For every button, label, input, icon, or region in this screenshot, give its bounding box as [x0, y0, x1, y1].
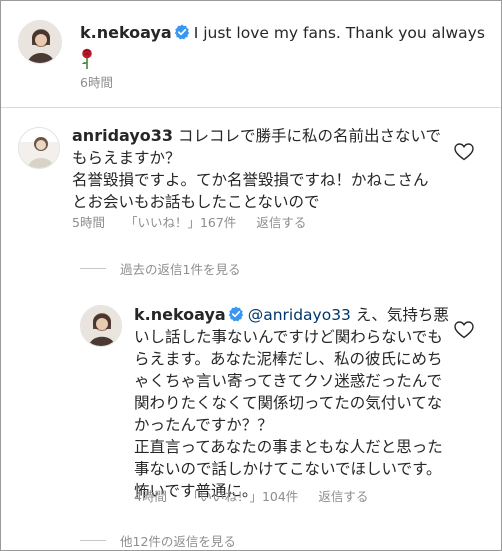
post-timestamp[interactable]: 6時間	[80, 72, 113, 91]
view-previous-replies-button[interactable]: 過去の返信1件を見る	[80, 259, 240, 278]
comment-timestamp[interactable]: 5時間	[72, 212, 105, 231]
comment-line: anridayo33 コレコレで勝手に私の名前出さないで	[72, 125, 452, 147]
reply-text: ゃくちゃ言い寄ってきてクソ迷惑だったんで	[134, 372, 442, 390]
reply-text: え、気持ち悪	[350, 306, 449, 324]
view-more-replies-button[interactable]: 他12件の返信を見る	[80, 531, 236, 550]
view-more-replies-label: 他12件の返信を見る	[120, 534, 236, 549]
comment-body: anridayo33 コレコレで勝手に私の名前出さないで もらえますか？ 名誉毀…	[72, 125, 452, 213]
avatar-photo-icon	[19, 21, 61, 63]
reply-text: 正直言ってあなたの事まともな人だと思った	[134, 438, 443, 456]
reply-timestamp[interactable]: 4時間	[134, 486, 167, 505]
post-author-avatar[interactable]	[18, 20, 62, 64]
reply-text: 関わりたくなくて関係切ってたの気付いてな	[134, 394, 443, 412]
comment-meta: 5時間 「いいね！」167件 返信する	[72, 212, 306, 231]
reply-text: かったんですか？？	[134, 416, 273, 434]
mention-link[interactable]: @anridayo33	[248, 306, 351, 324]
post-caption: k.nekoaya I just love my fans. Thank you …	[80, 22, 490, 74]
verified-badge-icon	[174, 24, 189, 40]
comment-text: とお会いもお話もしたことないので	[72, 193, 320, 211]
divider-line	[80, 540, 106, 541]
reply-text: いし話した事ないんですけど関わらないでも	[134, 328, 443, 346]
comment-text: もらえますか？	[72, 149, 181, 167]
comment-like-count[interactable]: 「いいね！」167件	[125, 212, 236, 231]
reply-reply-button[interactable]: 返信する	[318, 486, 368, 505]
view-previous-replies-label: 過去の返信1件を見る	[120, 262, 241, 277]
reply-line: k.nekoaya @anridayo33 え、気持ち悪	[134, 304, 464, 326]
heart-outline-icon[interactable]	[454, 143, 474, 161]
reply-meta: 4時間 「いいね！」104件 返信する	[134, 486, 368, 505]
comment-reply-button[interactable]: 返信する	[256, 212, 306, 231]
comment-author-username[interactable]: anridayo33	[72, 126, 173, 145]
verified-badge-icon	[228, 306, 243, 322]
divider-line	[80, 268, 106, 269]
avatar-photo-icon	[19, 128, 59, 168]
comment-text: 名誉毀損ですよ。てか名誉毀損ですね！かねこさん	[72, 171, 429, 189]
heart-outline-icon[interactable]	[454, 321, 474, 339]
reply-body: k.nekoaya @anridayo33 え、気持ち悪 いし話した事ないんですけ…	[134, 304, 464, 502]
reply-author-avatar[interactable]	[80, 305, 122, 347]
reply-like-count[interactable]: 「いいね！」104件	[187, 486, 298, 505]
post-author-username[interactable]: k.nekoaya	[80, 23, 172, 42]
avatar-photo-icon	[81, 306, 121, 346]
reply-author-username[interactable]: k.nekoaya	[134, 305, 226, 324]
reply-text: 事ないので話しかけてこないでほしいです。	[134, 460, 442, 478]
divider	[1, 107, 501, 108]
comment-author-avatar[interactable]	[18, 127, 60, 169]
reply-text: らえます。あなた泥棒だし、私の彼氏にめち	[134, 350, 443, 368]
rose-emoji-icon	[80, 48, 490, 74]
post-caption-text: I just love my fans. Thank you always	[193, 24, 485, 42]
comment-text: コレコレで勝手に私の名前出さないで	[177, 127, 441, 145]
